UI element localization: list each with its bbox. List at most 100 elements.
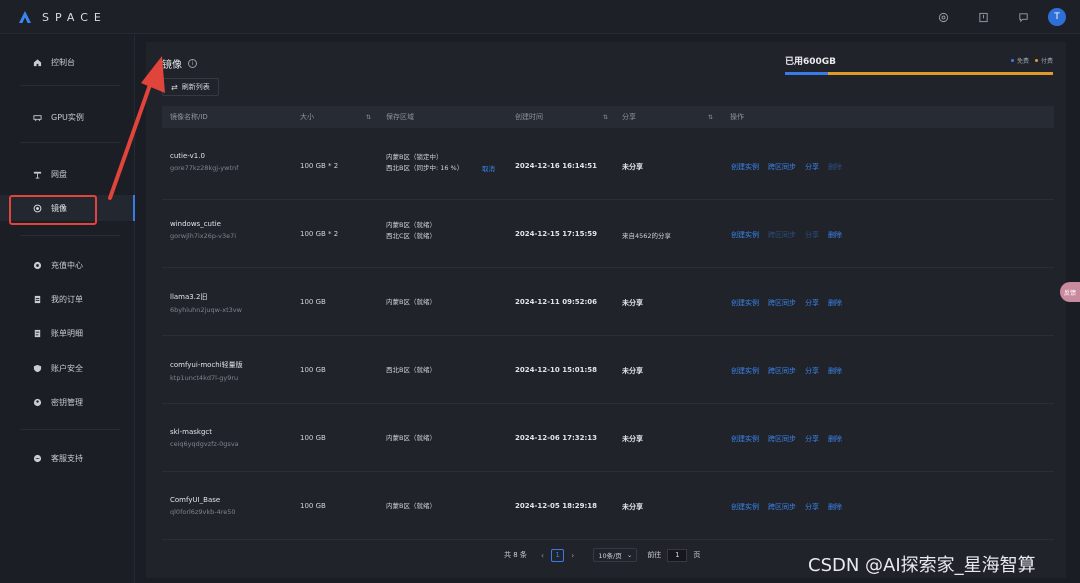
- cross-region-sync-link[interactable]: 跨区同步: [768, 434, 796, 444]
- image-size: 100 GB * 2: [300, 230, 339, 238]
- page-number-current[interactable]: 1: [551, 548, 565, 562]
- page-size-select[interactable]: 10条/页 ⌄: [593, 548, 638, 562]
- sidebar-item-label: 客服支持: [51, 453, 83, 463]
- info-icon[interactable]: i: [188, 59, 197, 68]
- image-id: gore77kz28kgj-ywtnf: [170, 164, 239, 172]
- share-link[interactable]: 分享: [805, 366, 819, 376]
- avatar[interactable]: T: [1048, 8, 1066, 26]
- delete-link[interactable]: 删除: [828, 230, 842, 240]
- goto-page-input[interactable]: 1: [667, 548, 688, 562]
- share-link[interactable]: 分享: [805, 298, 819, 308]
- share-status: 未分享: [622, 503, 643, 511]
- share-status: 未分享: [622, 163, 643, 171]
- sidebar-item-bills[interactable]: 账单明细: [0, 320, 135, 346]
- chat-icon: [32, 453, 42, 463]
- sidebar-item-disk[interactable]: 网盘: [0, 161, 135, 187]
- created-time: 2024-12-05 18:29:18: [515, 502, 598, 510]
- page-title-text: 镜像: [162, 60, 182, 71]
- sidebar-item-recharge[interactable]: 充值中心: [0, 252, 135, 278]
- image-name-cell: cutie-v1.0 gore77kz28kgj-ywtnf: [170, 152, 238, 172]
- image-name: ComfyUI_Base: [170, 496, 221, 504]
- region-cell: 内蒙B区（就绪）: [386, 501, 436, 512]
- cancel-sync-link[interactable]: 取消: [482, 163, 495, 173]
- sidebar-item-orders[interactable]: 我的订单: [0, 286, 135, 312]
- region-primary: 内蒙B区（就绪）: [386, 221, 436, 229]
- region-cell: 内蒙B区（就绪） 西北C区（就绪）: [386, 220, 436, 242]
- header-ops-label: 操作: [730, 113, 744, 121]
- cross-region-sync-link[interactable]: 跨区同步: [768, 502, 796, 512]
- header-size[interactable]: 大小 ⇅: [300, 112, 371, 122]
- delete-link[interactable]: 删除: [828, 298, 842, 308]
- row-actions: 创建实例 跨区同步 分享 删除: [731, 298, 851, 308]
- share-status: 未分享: [622, 299, 643, 307]
- created-time: 2024-12-06 17:32:13: [515, 434, 598, 442]
- sidebar-item-support[interactable]: 客服支持: [0, 445, 135, 471]
- image-name: skl-maskgct: [170, 428, 213, 436]
- cross-region-sync-link[interactable]: 跨区同步: [768, 230, 796, 240]
- sort-icon[interactable]: ⇅: [603, 114, 608, 121]
- refresh-button-label: 刷新列表: [181, 83, 210, 91]
- table-row: cutie-v1.0 gore77kz28kgj-ywtnf 100 GB * …: [162, 132, 1054, 200]
- sidebar-item-console[interactable]: 控制台: [0, 49, 135, 75]
- create-instance-link[interactable]: 创建实例: [731, 366, 759, 376]
- sort-icon[interactable]: ⇅: [366, 114, 371, 121]
- message-icon[interactable]: [1016, 10, 1030, 24]
- help-icon[interactable]: [936, 10, 950, 24]
- delete-link[interactable]: 删除: [828, 434, 842, 444]
- share-link[interactable]: 分享: [805, 230, 819, 240]
- created-time: 2024-12-16 16:14:51: [515, 162, 598, 170]
- header-created[interactable]: 创建时间 ⇅: [515, 112, 608, 122]
- page-size-value: 10条/页: [598, 552, 622, 560]
- header-created-label: 创建时间: [515, 113, 543, 121]
- sidebar-item-security[interactable]: 账户安全: [0, 355, 135, 381]
- sidebar-item-gpu[interactable]: GPU实例: [0, 104, 135, 130]
- document-icon[interactable]: [976, 10, 990, 24]
- shield-icon: [32, 363, 42, 373]
- main-content: 镜像 i ⇄ 刷新列表 已用600GB 免费 付费 镜像名称/ID 大小 ⇅ 保存…: [146, 42, 1066, 578]
- sidebar-item-keys[interactable]: 密钥管理: [0, 389, 135, 415]
- share-link[interactable]: 分享: [805, 502, 819, 512]
- created-time: 2024-12-10 15:01:58: [515, 366, 598, 374]
- delete-link[interactable]: 删除: [828, 366, 842, 376]
- goto-label: 前往: [647, 551, 662, 559]
- create-instance-link[interactable]: 创建实例: [731, 230, 759, 240]
- image-size: 100 GB: [300, 366, 326, 374]
- image-name: cutie-v1.0: [170, 152, 205, 160]
- create-instance-link[interactable]: 创建实例: [731, 162, 759, 172]
- delete-link[interactable]: 删除: [828, 162, 842, 172]
- create-instance-link[interactable]: 创建实例: [731, 298, 759, 308]
- header-share-label: 分享: [622, 113, 636, 121]
- image-name-cell: comfyui-mochi轻量版 ktp1unct4kd7l-gy9ru: [170, 360, 243, 382]
- sidebar-item-label: 账户安全: [51, 363, 83, 373]
- create-instance-link[interactable]: 创建实例: [731, 434, 759, 444]
- header-share[interactable]: 分享 ⇅: [622, 112, 713, 122]
- share-link[interactable]: 分享: [805, 162, 819, 172]
- delete-link[interactable]: 删除: [828, 502, 842, 512]
- sidebar-divider: [20, 142, 120, 143]
- cross-region-sync-link[interactable]: 跨区同步: [768, 366, 796, 376]
- image-size: 100 GB: [300, 434, 326, 442]
- share-link[interactable]: 分享: [805, 434, 819, 444]
- prev-page-icon[interactable]: ‹: [541, 551, 544, 560]
- image-id: ql0forl6z9vkb-4re50: [170, 508, 236, 516]
- image-size: 100 GB: [300, 298, 326, 306]
- logo-mark-icon: [19, 11, 31, 23]
- sort-icon[interactable]: ⇅: [708, 114, 713, 121]
- refresh-button[interactable]: ⇄ 刷新列表: [162, 78, 219, 96]
- create-instance-link[interactable]: 创建实例: [731, 502, 759, 512]
- cross-region-sync-link[interactable]: 跨区同步: [768, 162, 796, 172]
- cross-region-sync-link[interactable]: 跨区同步: [768, 298, 796, 308]
- next-page-icon[interactable]: ›: [571, 551, 574, 560]
- gpu-icon: [32, 112, 42, 122]
- region-primary: 内蒙B区（锁定中）: [386, 153, 443, 161]
- feedback-tab[interactable]: 反馈: [1060, 282, 1080, 302]
- image-id: ktp1unct4kd7l-gy9ru: [170, 374, 239, 382]
- logo[interactable]: SPACE: [18, 10, 107, 24]
- region-cell: 内蒙B区（就绪）: [386, 433, 436, 444]
- image-name-cell: skl-maskgct ceiq6yqdgvzfz-0gsva: [170, 428, 239, 448]
- sidebar-divider: [20, 85, 120, 86]
- logo-text: SPACE: [42, 10, 107, 24]
- share-status: 未分享: [622, 435, 643, 443]
- page-title: 镜像 i: [162, 56, 197, 71]
- table-header: 镜像名称/ID 大小 ⇅ 保存区域 创建时间 ⇅ 分享 ⇅ 操作: [162, 106, 1054, 128]
